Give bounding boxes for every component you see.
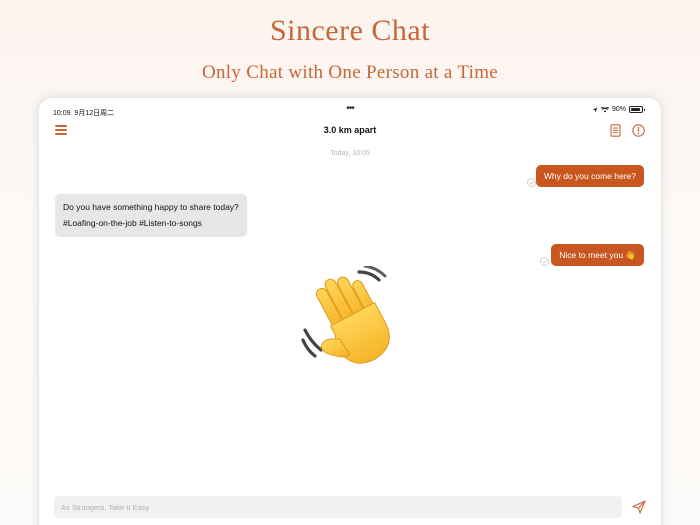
battery-icon [629,106,645,113]
read-check-icon [540,257,549,266]
message-text: Do you have something happy to share tod… [63,202,239,212]
location-arrow-icon [592,107,598,112]
message-bubble-incoming[interactable]: Do you have something happy to share tod… [55,194,247,237]
message-bubble-outgoing[interactable]: Nice to meet you 👋 [551,244,644,267]
wifi-icon [600,106,609,112]
exclamation-circle-icon[interactable] [632,124,645,137]
message-input-placeholder: As Strangers, Take It Easy [61,503,150,512]
message-input[interactable]: As Strangers, Take It Easy [54,496,622,518]
nav-bar: 3.0 km apart [39,120,661,142]
message-tags: #Loafing-on-the-job #Listen-to-songs [63,218,202,229]
message-bubble-outgoing[interactable]: Why do you come here? [535,165,644,188]
paper-plane-icon[interactable] [632,500,646,514]
document-icon[interactable] [610,124,621,137]
waving-hand-icon [301,266,390,364]
promo-title: Sincere Chat [269,14,431,47]
chat-timestamp: Today, 10:05 [330,150,370,157]
status-time: 10:09 9月12日周二 [53,110,115,117]
multitask-dots[interactable]: ••• [346,103,354,114]
battery-percent: 90% [611,106,626,113]
nav-title: 3.0 km apart [323,125,377,135]
status-bar: 10:09 9月12日周二 ••• 90% [39,98,661,120]
read-check-icon [527,178,536,187]
promo-subtitle: Only Chat with One Person at a Time [201,62,499,83]
status-indicators: 90% [592,106,645,113]
device-frame: 10:09 9月12日周二 ••• 90% 3.0 km apart Today… [38,97,662,525]
